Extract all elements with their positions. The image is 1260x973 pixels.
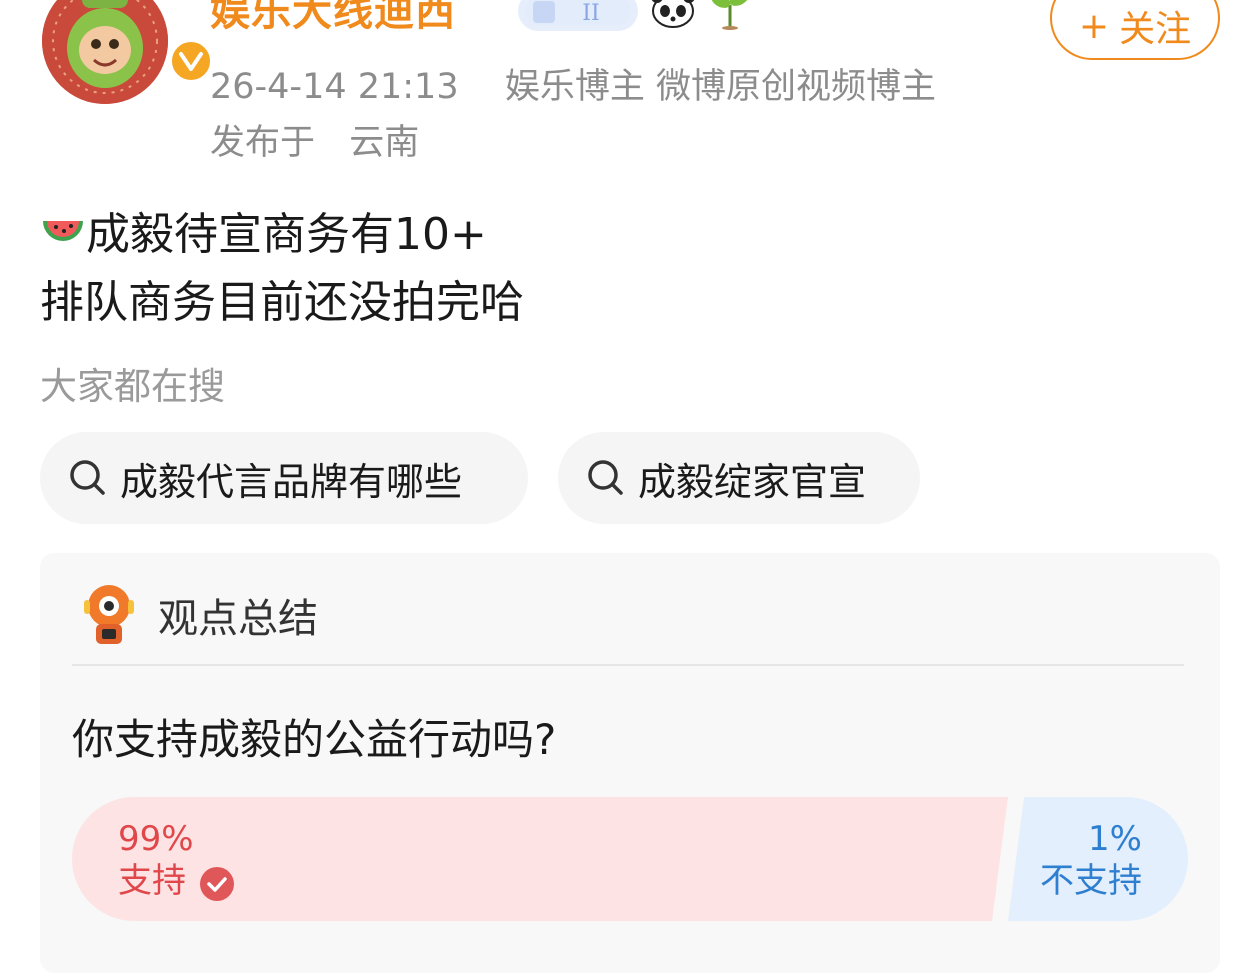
search-chip[interactable]: 成毅代言品牌有哪些 <box>40 432 528 524</box>
post-line-2: 排队商务目前还没拍完哈 <box>40 277 524 328</box>
summary-title: 观点总结 <box>158 596 318 642</box>
member-badge-icon: II <box>518 0 638 31</box>
oppose-percent: 1% <box>1088 819 1142 859</box>
selected-check-icon <box>200 867 234 901</box>
support-percent: 99% <box>118 819 194 859</box>
oppose-label: 不支持 <box>1040 861 1142 901</box>
plus-icon: + <box>1078 5 1110 47</box>
follow-button[interactable]: + 关注 <box>1050 0 1220 60</box>
svg-text:II: II <box>582 1 599 26</box>
hot-search-title: 大家都在搜 <box>40 365 225 408</box>
post-meta: 26-4-14 21:13 娱乐博主 微博原创视频博主 <box>210 58 936 109</box>
post-time: 26-4-14 21:13 <box>210 67 459 107</box>
poll-result-bar[interactable] <box>72 797 1188 921</box>
search-chip-label: 成毅代言品牌有哪些 <box>120 459 463 504</box>
post-line-1: 成毅待宣商务有10+ <box>40 198 487 262</box>
username-link[interactable]: 娱乐大线迪西 <box>210 0 456 40</box>
support-label: 支持 <box>118 861 186 901</box>
post-location: 发布于 云南 <box>210 114 419 165</box>
search-chip-label: 成毅绽家官宣 <box>638 459 867 504</box>
robot-mascot-icon <box>84 585 134 644</box>
user-tags: 娱乐博主 微博原创视频博主 <box>504 67 937 107</box>
location-name: 云南 <box>349 123 420 163</box>
search-chip[interactable]: 成毅绽家官宣 <box>558 432 920 524</box>
poll-option-support <box>72 797 1008 921</box>
avatar-image <box>42 0 168 104</box>
location-prefix: 发布于 <box>210 123 316 163</box>
user-avatar[interactable] <box>42 0 214 104</box>
verified-badge-icon <box>168 38 214 84</box>
panda-icon <box>648 0 698 33</box>
poll-question: 你支持成毅的公益行动吗? <box>72 715 557 764</box>
follow-label: 关注 <box>1119 9 1192 50</box>
divider <box>72 664 1184 666</box>
post-text-line-1: 成毅待宣商务有10+ <box>86 209 487 260</box>
watermelon-icon <box>43 221 83 241</box>
sprout-icon <box>708 0 752 35</box>
search-icon <box>70 460 105 495</box>
search-icon <box>588 460 623 495</box>
user-badges: II <box>518 0 752 34</box>
